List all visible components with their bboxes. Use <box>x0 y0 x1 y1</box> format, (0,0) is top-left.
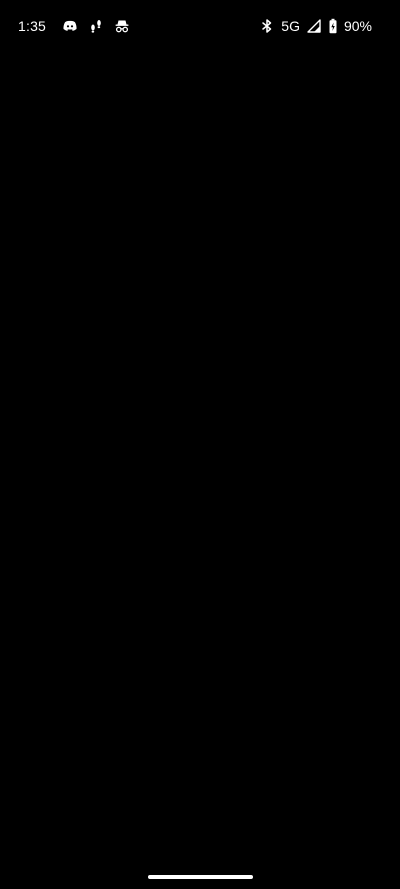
signal-icon <box>306 18 322 34</box>
incognito-icon <box>114 18 130 34</box>
status-bar: 1:35 5G 90% <box>0 0 400 52</box>
status-left: 1:35 <box>18 16 130 36</box>
bluetooth-icon <box>259 18 275 34</box>
status-right: 5G 90% <box>259 16 372 36</box>
app-screen: 1:35 5G 90% <box>0 0 400 889</box>
battery-icon <box>328 18 338 34</box>
discord-icon <box>62 18 78 34</box>
battery-percentage: 90% <box>343 18 372 34</box>
gesture-navigation-handle[interactable] <box>148 875 253 879</box>
network-type-label: 5G <box>281 18 300 34</box>
blank-content-area <box>0 52 400 862</box>
status-time: 1:35 <box>18 18 47 34</box>
footprints-icon <box>88 18 104 34</box>
